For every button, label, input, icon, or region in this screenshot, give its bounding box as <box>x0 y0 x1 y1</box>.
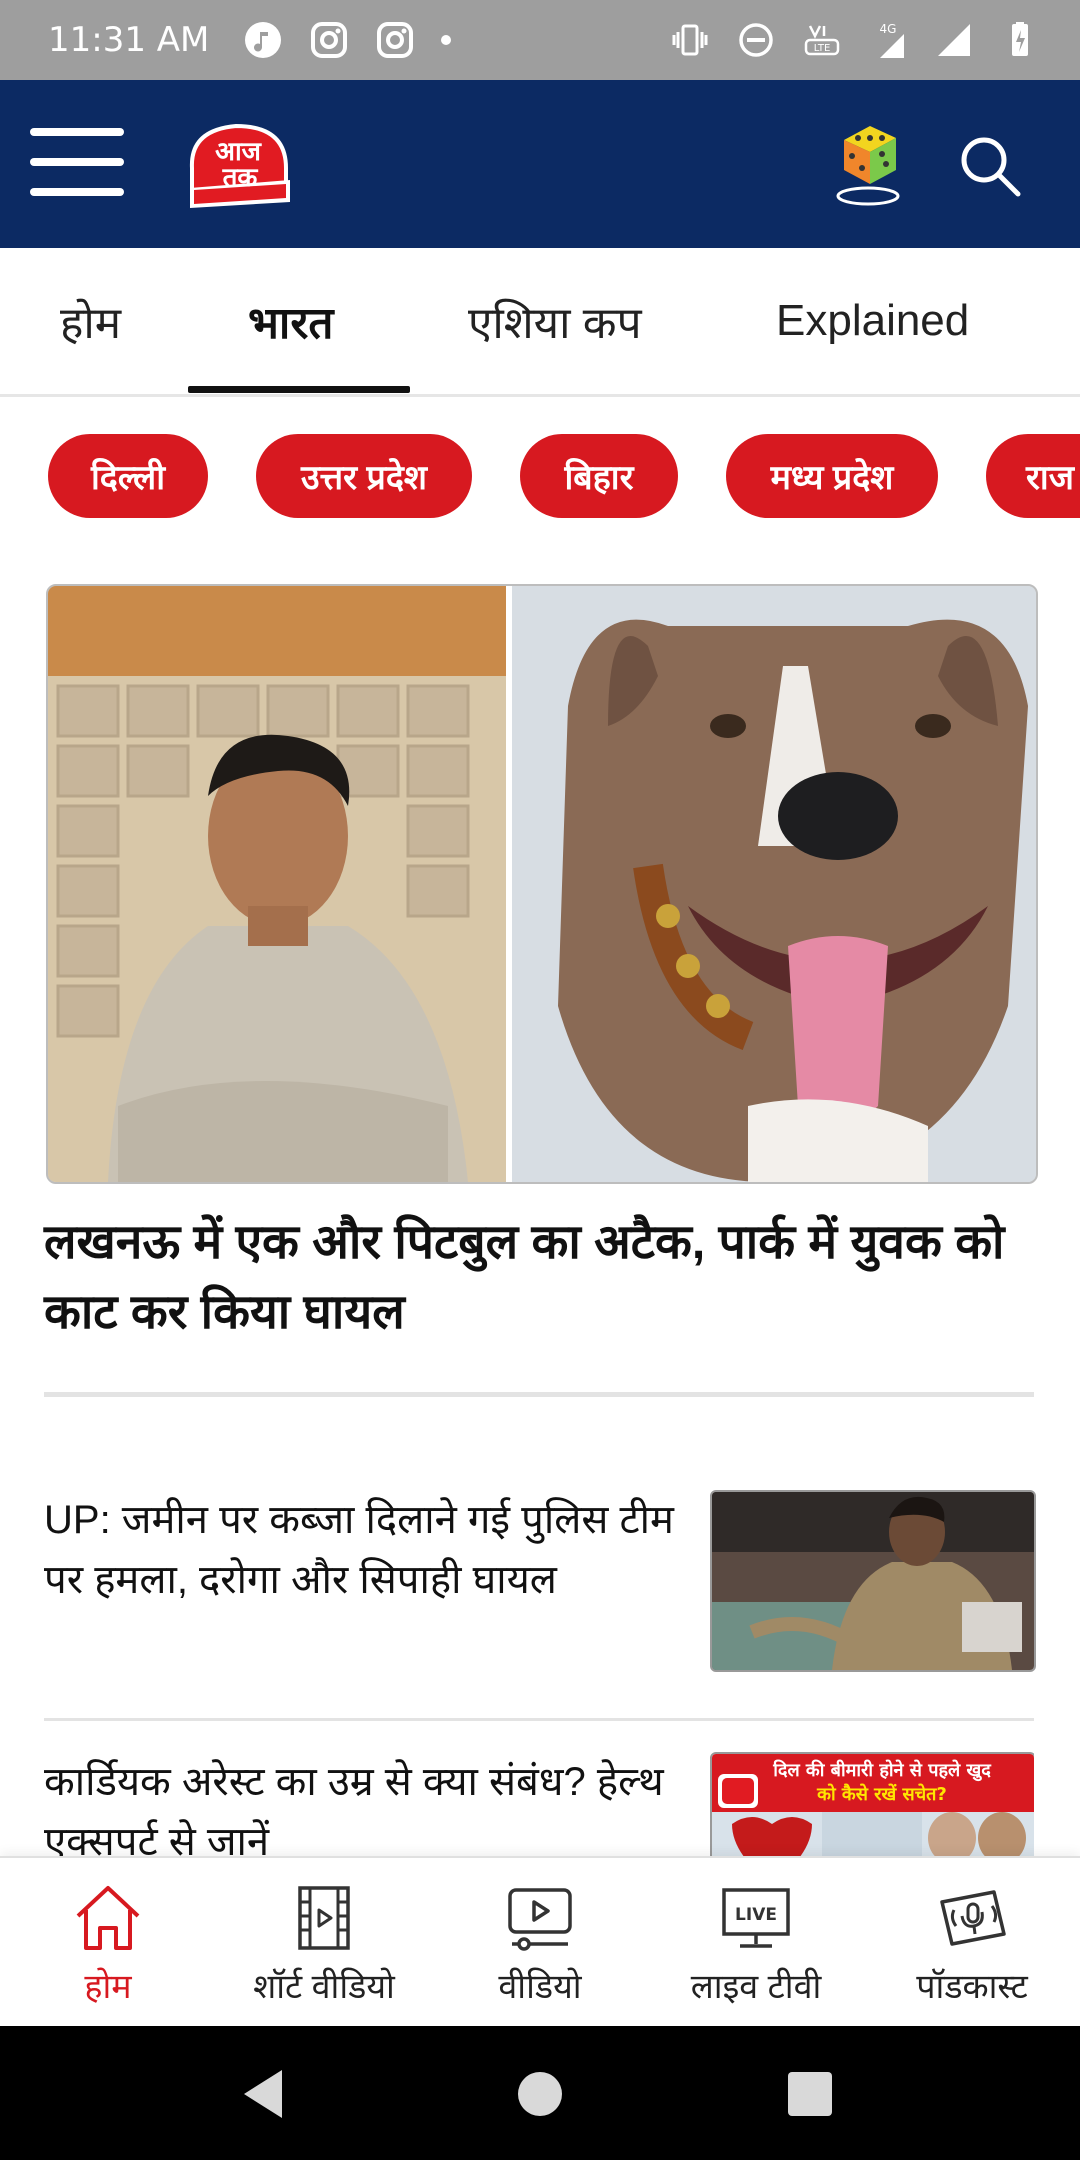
signal-icon <box>934 20 974 60</box>
active-tab-indicator <box>188 386 410 393</box>
film-icon <box>298 1886 350 1950</box>
hero-headline[interactable]: लखनऊ में एक और पिटबुल का अटैक, पार्क में… <box>44 1208 1034 1348</box>
tab-home[interactable]: होम <box>60 248 121 394</box>
story-thumbnail[interactable]: दिल की बीमारी होने से पहले खुद को कैसे र… <box>710 1752 1034 1856</box>
status-time: 11:31 AM <box>48 20 210 60</box>
more-notifications-dot <box>441 35 452 45</box>
video-icon <box>508 1888 572 1951</box>
back-icon[interactable] <box>232 2062 296 2126</box>
system-nav-bar <box>0 2026 1080 2160</box>
story-item[interactable]: UP: जमीन पर कब्जा दिलाने गई पुलिस टीम पर… <box>44 1490 1036 1672</box>
svg-text:4G: 4G <box>880 22 897 36</box>
recents-icon[interactable] <box>778 2062 842 2126</box>
divider <box>44 1718 1034 1721</box>
nav-live-tv-label: लाइव टीवी <box>690 1968 822 2006</box>
chip-delhi[interactable]: दिल्ली <box>48 434 208 518</box>
chip-bihar[interactable]: बिहार <box>520 434 678 518</box>
signal-4g-icon: 4G <box>868 20 908 60</box>
music-icon <box>243 20 283 60</box>
home-button-icon[interactable] <box>508 2062 572 2126</box>
aajtak-logo[interactable]: आज तक <box>186 118 292 210</box>
story-headline[interactable]: कार्डियक अरेस्ट का उम्र से क्या संबंध? ह… <box>44 1752 674 1856</box>
thumb-caption-line2: को कैसे रखें सचेत? <box>816 1783 947 1805</box>
bottom-nav: होम शॉर्ट वीडियो वीडियो LIVE लाइव टीवी प… <box>0 1856 1080 2028</box>
story-thumbnail[interactable] <box>710 1490 1036 1672</box>
app-header: आज तक <box>0 80 1080 248</box>
chip-rajasthan[interactable]: राज <box>986 434 1080 518</box>
story-item[interactable]: कार्डियक अरेस्ट का उम्र से क्या संबंध? ह… <box>44 1752 1034 1856</box>
instagram-icon <box>309 20 349 60</box>
instagram-icon <box>375 20 415 60</box>
volte-icon: LTE <box>802 20 842 60</box>
do-not-disturb-icon <box>736 20 776 60</box>
home-icon <box>76 1886 140 1950</box>
story-headline[interactable]: UP: जमीन पर कब्जा दिलाने गई पुलिस टीम पर… <box>44 1490 674 1610</box>
tab-bharat[interactable]: भारत <box>248 248 333 394</box>
podcast-icon <box>940 1890 1006 1946</box>
dice-game-icon[interactable] <box>830 116 906 206</box>
nav-podcast-label: पॉडकास्ट <box>916 1968 1028 2006</box>
nav-video[interactable]: वीडियो <box>440 1880 640 2008</box>
state-chips: दिल्ली उत्तर प्रदेश बिहार मध्य प्रदेश रा… <box>0 434 1080 520</box>
nav-podcast[interactable]: पॉडकास्ट <box>872 1880 1072 2008</box>
chip-madhya-pradesh[interactable]: मध्य प्रदेश <box>726 434 938 518</box>
nav-short-video[interactable]: शॉर्ट वीडियो <box>224 1880 424 2008</box>
tab-asia-cup[interactable]: एशिया कप <box>468 248 642 394</box>
hero-image[interactable] <box>46 584 1038 1184</box>
logo-text-bottom: तक <box>222 163 259 193</box>
tab-explained[interactable]: Explained <box>776 248 969 394</box>
divider <box>44 1392 1034 1397</box>
live-badge: LIVE <box>735 1905 777 1925</box>
menu-icon[interactable] <box>30 128 124 200</box>
section-tabs: होम भारत एशिया कप Explained <box>0 248 1080 397</box>
nav-home[interactable]: होम <box>8 1880 208 2008</box>
nav-short-video-label: शॉर्ट वीडियो <box>253 1968 395 2006</box>
nav-home-label: होम <box>84 1968 132 2006</box>
chip-uttar-pradesh[interactable]: उत्तर प्रदेश <box>256 434 472 518</box>
svg-text:LTE: LTE <box>814 43 831 54</box>
nav-live-tv[interactable]: LIVE लाइव टीवी <box>656 1880 856 2008</box>
nav-video-label: वीडियो <box>498 1968 582 2006</box>
battery-icon <box>1000 20 1040 60</box>
vibrate-icon <box>670 20 710 60</box>
status-bar: 11:31 AM LTE 4G <box>0 0 1080 80</box>
live-tv-icon: LIVE <box>722 1888 790 1948</box>
thumb-caption-line1: दिल की बीमारी होने से पहले खुद <box>772 1759 992 1782</box>
search-icon[interactable] <box>956 132 1024 200</box>
